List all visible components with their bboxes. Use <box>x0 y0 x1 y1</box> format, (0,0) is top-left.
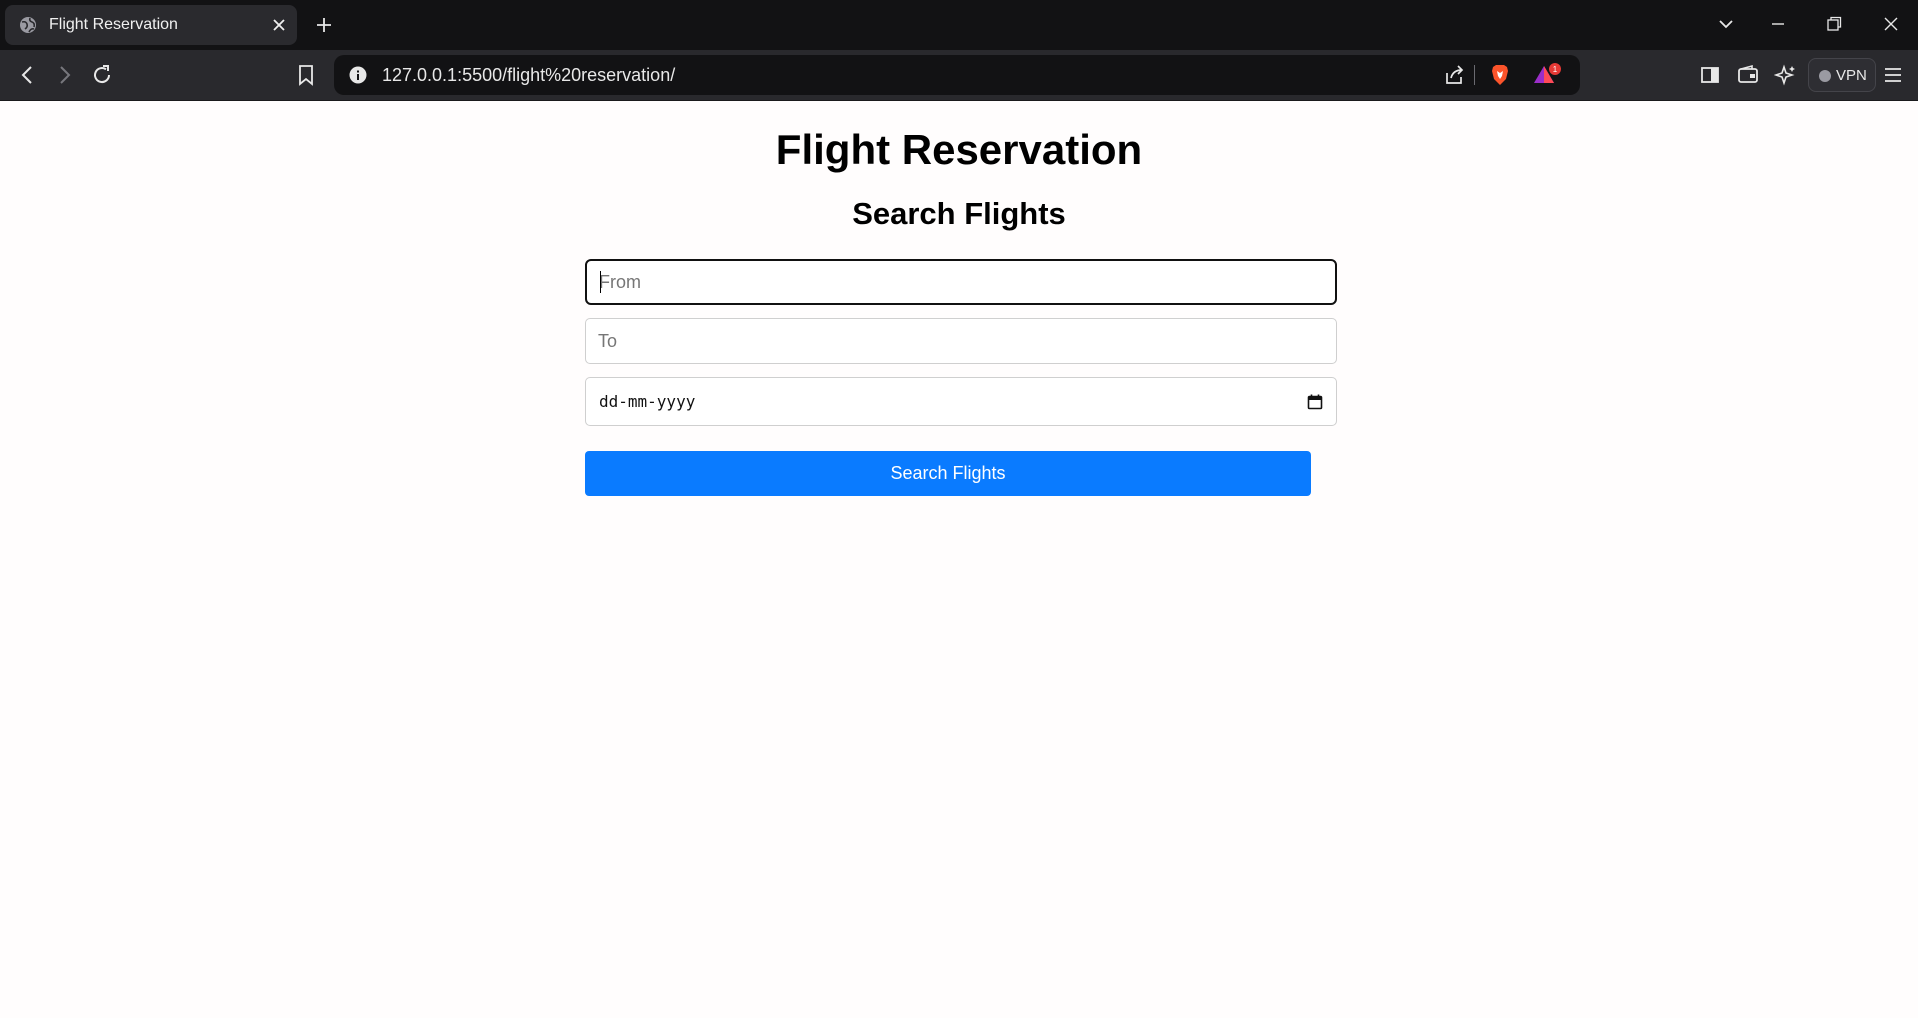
tab-search-chevron-down-icon[interactable] <box>1716 14 1736 34</box>
browser-toolbar: 127.0.0.1:5500/flight%20reservation/ 1 V… <box>0 50 1918 101</box>
tab-title: Flight Reservation <box>49 16 178 33</box>
new-tab-plus-icon[interactable] <box>314 15 334 35</box>
share-icon[interactable] <box>1443 63 1467 87</box>
page-content: Flight Reservation Search Flights dd-mm-… <box>0 101 1918 1018</box>
browser-tab[interactable]: Flight Reservation <box>5 5 297 45</box>
brave-rewards-triangle-icon[interactable]: 1 <box>1532 63 1564 87</box>
vpn-label: VPN <box>1836 67 1867 84</box>
address-bar-divider <box>1474 65 1475 85</box>
globe-icon <box>20 17 36 33</box>
minimize-window-icon[interactable] <box>1768 14 1788 34</box>
leo-ai-sparkle-icon[interactable] <box>1774 63 1798 87</box>
site-info-icon[interactable] <box>346 63 370 87</box>
date-input[interactable]: dd-mm-yyyy <box>585 377 1337 426</box>
forward-arrow-icon[interactable] <box>52 63 76 87</box>
text-cursor <box>600 271 601 293</box>
restore-window-icon[interactable] <box>1824 14 1844 34</box>
hamburger-menu-icon[interactable] <box>1881 63 1905 87</box>
back-arrow-icon[interactable] <box>16 63 40 87</box>
sidebar-toggle-icon[interactable] <box>1698 63 1722 87</box>
page-title: Flight Reservation <box>775 126 1143 173</box>
tab-strip: Flight Reservation <box>0 0 1918 50</box>
close-window-icon[interactable] <box>1881 14 1901 34</box>
close-tab-icon[interactable] <box>271 17 287 33</box>
bookmark-icon[interactable] <box>294 63 318 87</box>
wallet-icon[interactable] <box>1736 63 1760 87</box>
to-input[interactable] <box>585 318 1337 364</box>
vpn-status-dot-icon <box>1819 70 1831 82</box>
vpn-button[interactable]: VPN <box>1808 58 1876 92</box>
search-section-title: Search Flights <box>852 196 1066 231</box>
search-flights-button[interactable]: Search Flights <box>585 451 1311 496</box>
calendar-icon[interactable] <box>1306 393 1324 411</box>
address-bar[interactable]: 127.0.0.1:5500/flight%20reservation/ 1 <box>334 55 1580 95</box>
rewards-badge-count: 1 <box>1553 65 1558 74</box>
reload-icon[interactable] <box>90 63 114 87</box>
from-input[interactable] <box>585 259 1337 305</box>
url-text[interactable]: 127.0.0.1:5500/flight%20reservation/ <box>382 65 675 85</box>
brave-shields-icon[interactable] <box>1488 63 1512 87</box>
date-placeholder: dd-mm-yyyy <box>599 392 696 411</box>
